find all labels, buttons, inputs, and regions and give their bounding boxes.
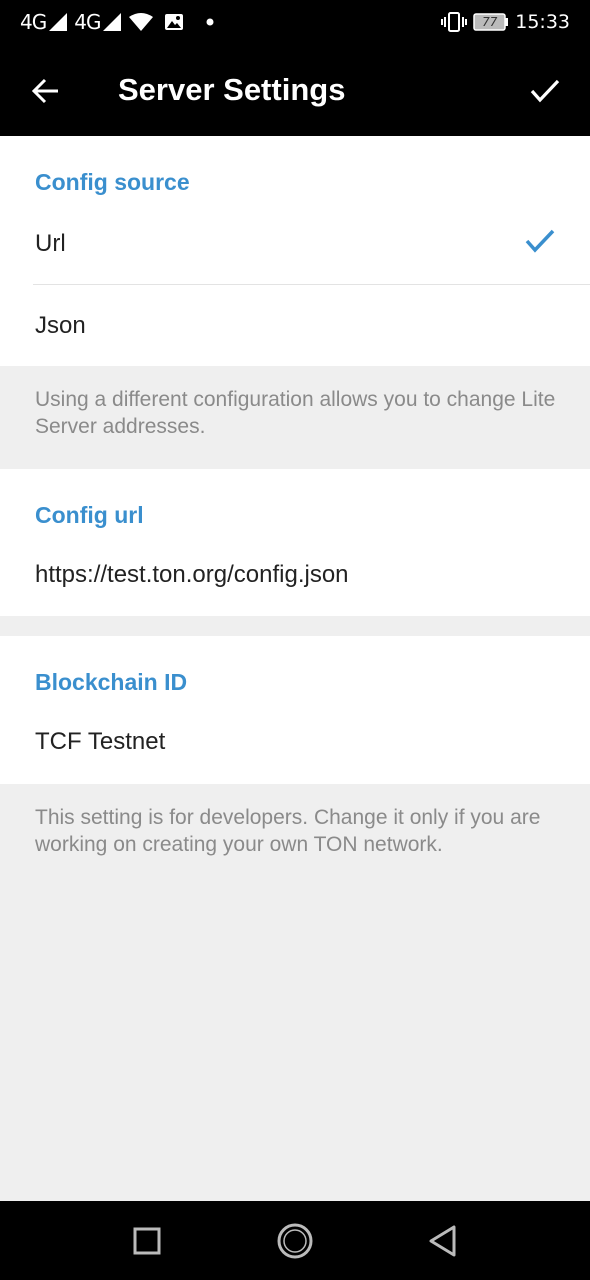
system-nav-bar	[0, 1201, 590, 1280]
config-url-value: https://test.ton.org/config.json	[35, 561, 349, 588]
option-json-label: Json	[35, 312, 86, 339]
circle-icon	[277, 1223, 313, 1259]
signal-icon	[48, 12, 68, 32]
option-url-label: Url	[35, 230, 66, 257]
blockchain-info: This setting is for developers. Change i…	[35, 806, 541, 856]
config-source-card: Config source Url Json	[0, 136, 590, 366]
blockchain-id-value: TCF Testnet	[35, 728, 166, 755]
app-bar: Server Settings	[0, 44, 590, 136]
clock: 15:33	[515, 11, 570, 33]
back-nav-button[interactable]	[421, 1219, 465, 1263]
option-json[interactable]: Json	[0, 285, 590, 366]
vibrate-icon	[441, 11, 468, 33]
status-left: 4G 4G	[20, 0, 214, 44]
wifi-icon	[128, 12, 154, 32]
option-url[interactable]: Url	[0, 202, 590, 284]
config-source-info: Using a different configuration allows y…	[35, 388, 556, 438]
battery-level: 77	[482, 15, 498, 29]
triangle-back-icon	[429, 1225, 456, 1257]
blockchain-id-card: Blockchain ID TCF Testnet	[0, 636, 590, 784]
selected-check-icon	[525, 229, 555, 253]
network-label-2: 4G	[74, 10, 101, 34]
config-url-card: Config url https://test.ton.org/config.j…	[0, 469, 590, 616]
blockchain-id-field[interactable]: TCF Testnet	[0, 706, 590, 776]
back-button[interactable]	[22, 68, 68, 114]
image-notification-icon	[164, 12, 184, 32]
done-button[interactable]	[522, 68, 568, 114]
page-title: Server Settings	[118, 72, 346, 107]
recents-button[interactable]	[125, 1219, 169, 1263]
config-url-field[interactable]: https://test.ton.org/config.json	[0, 539, 590, 609]
status-right: 77 15:33	[441, 0, 570, 44]
checkmark-icon	[530, 79, 560, 103]
home-button[interactable]	[273, 1219, 317, 1263]
status-bar: 4G 4G 77 15:33	[0, 0, 590, 44]
signal-icon	[102, 12, 122, 32]
notification-dot-icon	[206, 18, 214, 26]
section-header-config-url: Config url	[35, 502, 144, 528]
section-header-blockchain-id: Blockchain ID	[35, 669, 188, 695]
network-label-1: 4G	[20, 10, 47, 34]
battery-icon: 77	[473, 13, 509, 31]
back-arrow-icon	[31, 78, 58, 104]
section-header-config-source: Config source	[35, 169, 190, 195]
square-icon	[133, 1227, 161, 1255]
